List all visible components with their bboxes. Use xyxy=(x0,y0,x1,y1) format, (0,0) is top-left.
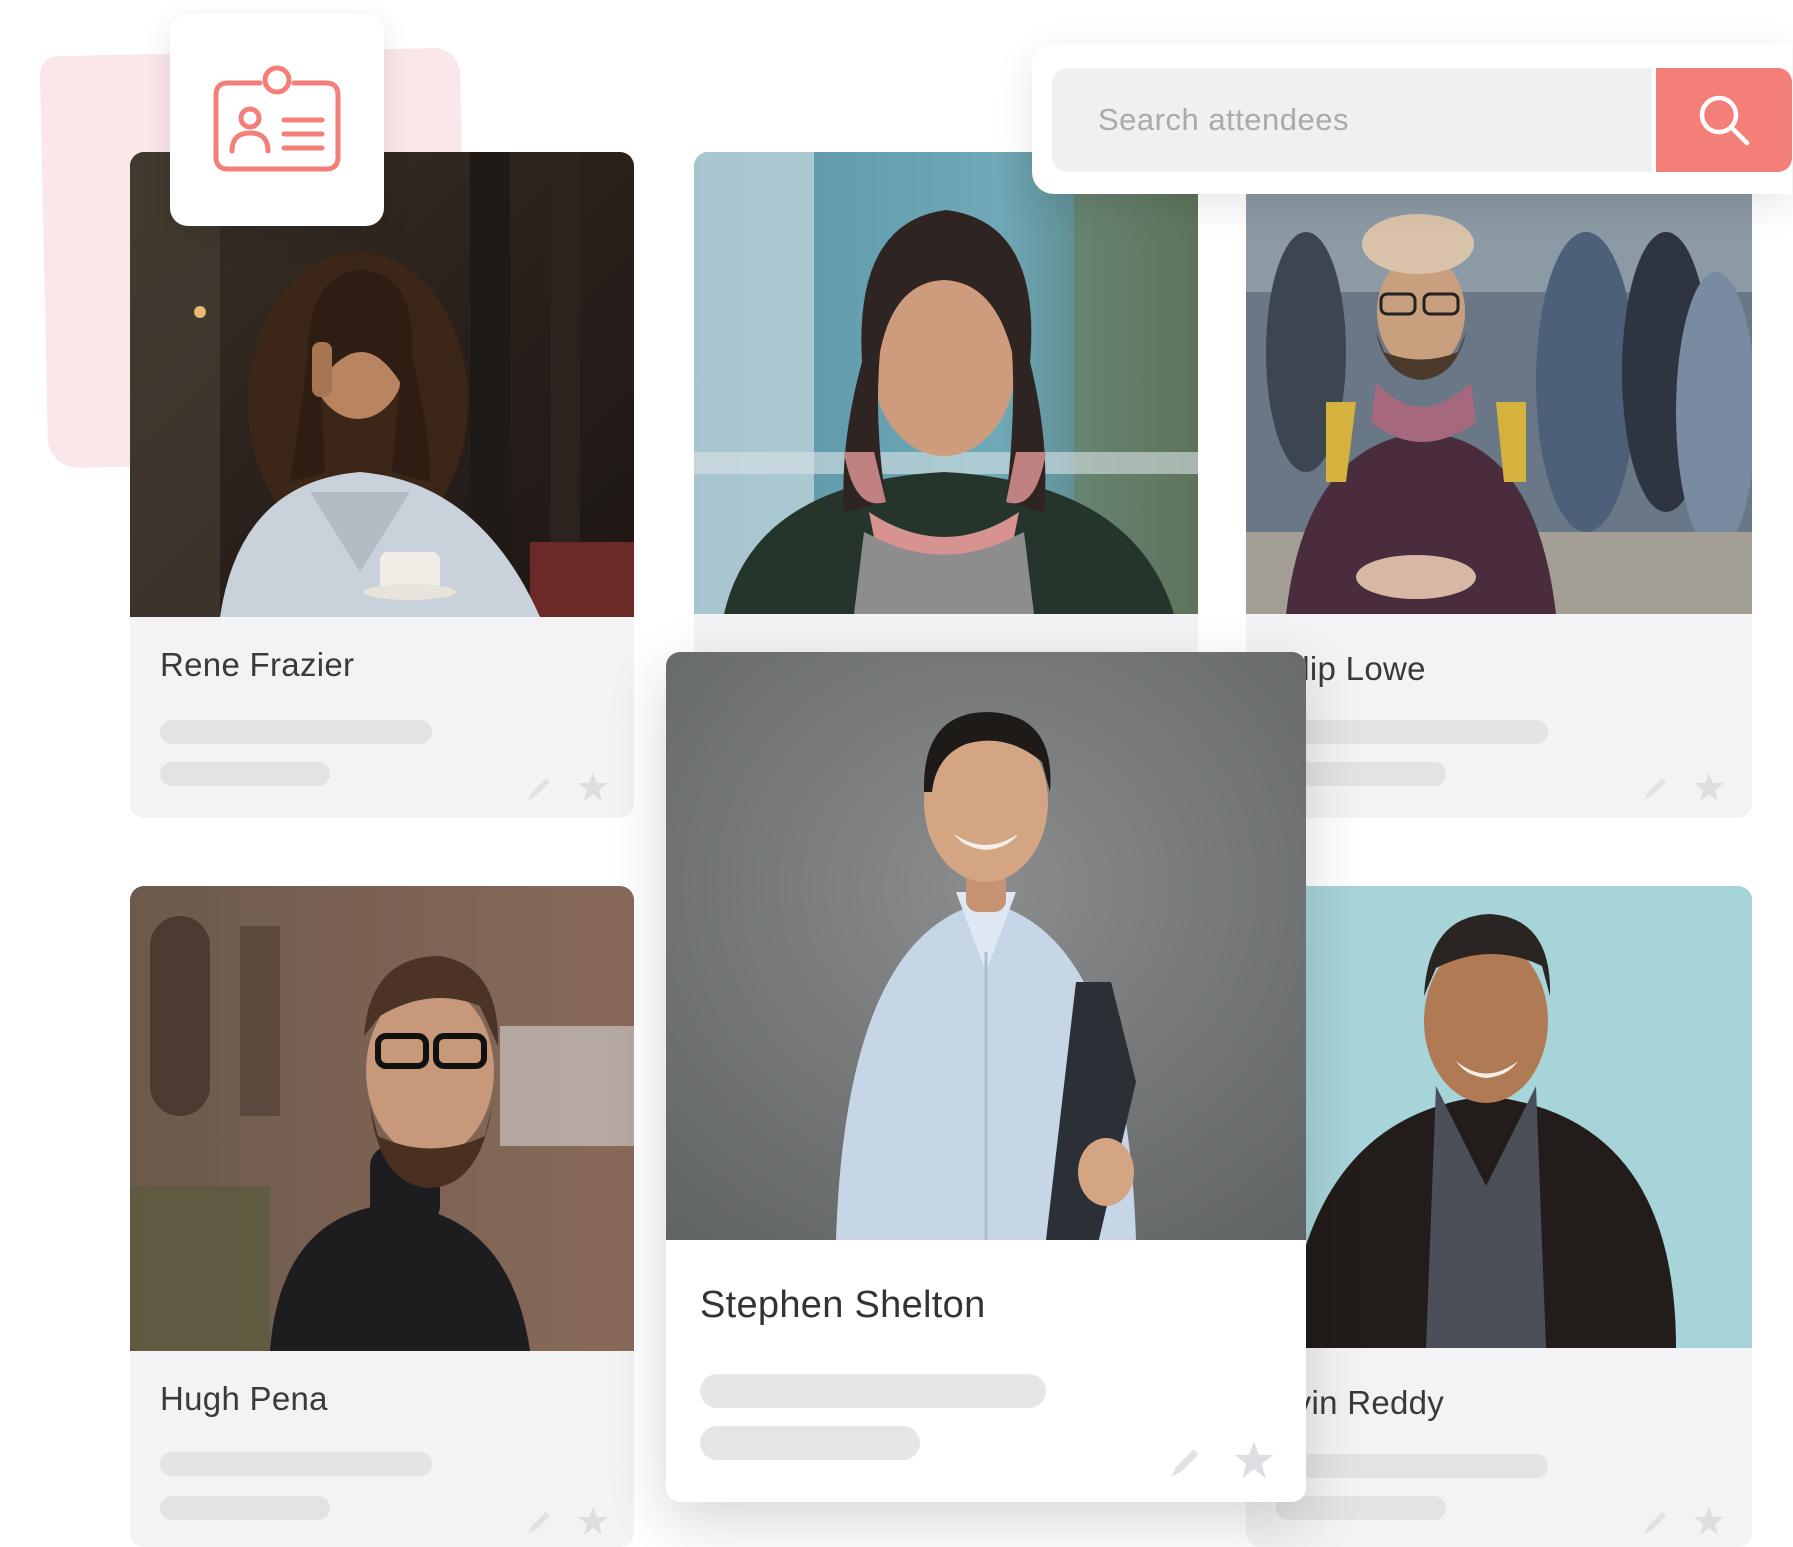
skeleton-line xyxy=(1276,1496,1446,1520)
star-icon[interactable] xyxy=(576,1504,610,1538)
pencil-icon[interactable] xyxy=(1638,772,1672,806)
search-field xyxy=(1052,68,1652,172)
attendee-directory: Rene Frazier hilip Lowe Hugh Pena avin R… xyxy=(0,0,1793,1547)
search-icon xyxy=(1699,95,1750,146)
skeleton-line xyxy=(1276,1454,1548,1478)
star-icon[interactable] xyxy=(1232,1438,1276,1482)
attendee-name: Hugh Pena xyxy=(160,1380,328,1417)
attendee-card[interactable]: hilip Lowe xyxy=(1246,152,1752,818)
star-icon[interactable] xyxy=(1692,770,1726,804)
attendee-card[interactable]: avin Reddy xyxy=(1246,886,1752,1547)
pencil-icon[interactable] xyxy=(522,1506,556,1540)
badge-tile xyxy=(170,14,384,226)
featured-attendee-card[interactable]: Stephen Shelton xyxy=(666,652,1306,1502)
attendee-photo xyxy=(694,152,1198,614)
attendee-photo xyxy=(1246,152,1752,614)
search-bar xyxy=(1032,44,1792,194)
attendee-photo xyxy=(130,886,634,1351)
skeleton-line xyxy=(1276,720,1548,744)
star-icon[interactable] xyxy=(1692,1504,1726,1538)
attendee-card[interactable]: Rene Frazier xyxy=(130,152,634,818)
attendee-card[interactable]: Hugh Pena xyxy=(130,886,634,1547)
search-button[interactable] xyxy=(1656,68,1792,172)
attendee-name: Rene Frazier xyxy=(160,646,355,683)
pencil-icon[interactable] xyxy=(1638,1506,1672,1540)
attendee-photo xyxy=(666,652,1306,1240)
attendee-name: Stephen Shelton xyxy=(700,1284,986,1326)
skeleton-line xyxy=(160,720,432,744)
skeleton-line xyxy=(160,1496,330,1520)
skeleton-line xyxy=(700,1426,920,1460)
star-icon[interactable] xyxy=(576,770,610,804)
skeleton-line xyxy=(160,1452,432,1476)
pencil-icon[interactable] xyxy=(1164,1442,1206,1484)
id-badge-icon xyxy=(213,65,341,172)
attendee-photo xyxy=(1246,886,1752,1348)
skeleton-line xyxy=(160,762,330,786)
skeleton-line xyxy=(700,1374,1046,1408)
pencil-icon[interactable] xyxy=(522,772,556,806)
search-input[interactable] xyxy=(1052,68,1652,172)
